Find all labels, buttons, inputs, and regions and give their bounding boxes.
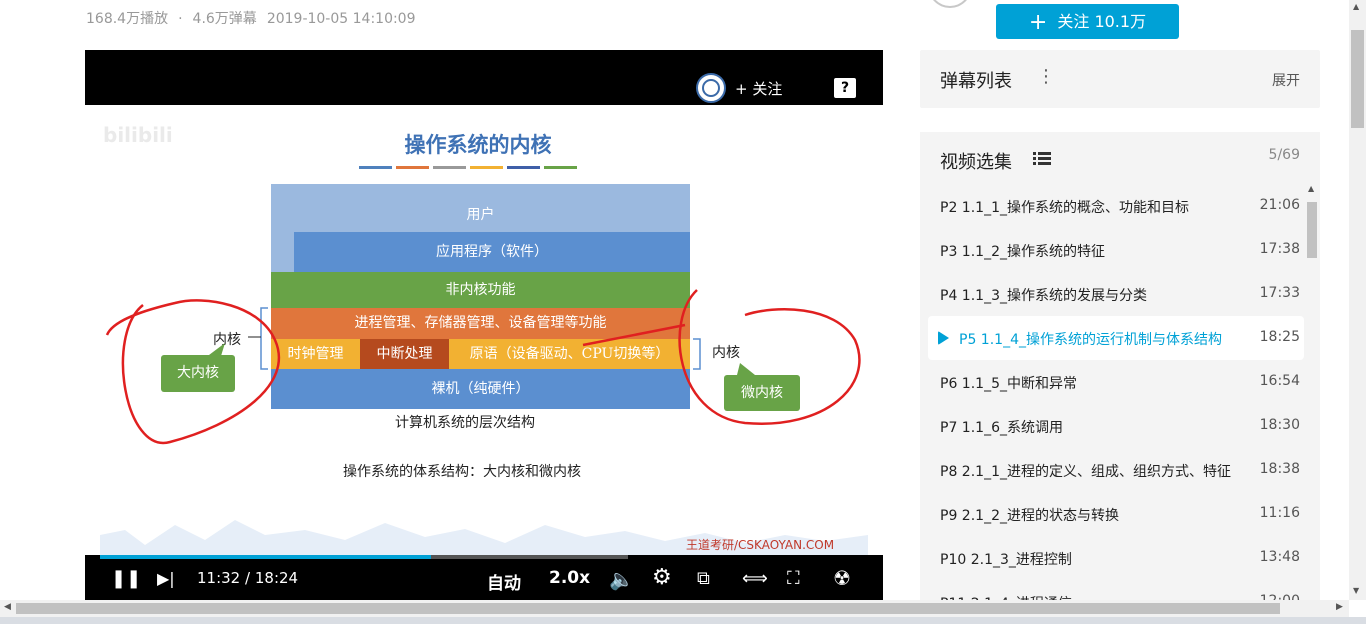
episode-item[interactable]: P5 1.1_4_操作系统的运行机制与体系结构 18:25 (928, 316, 1304, 360)
fullscreen-icon[interactable]: ☢ (833, 568, 851, 588)
uploader-avatar-ring[interactable] (928, 0, 972, 8)
video-frame: bilibili 操作系统的内核 用户 应用程序（软件） 非内核功能 进程管理、… (85, 105, 883, 555)
episode-item[interactable]: P7 1.1_6_系统调用 18:30 (928, 404, 1304, 448)
episode-item[interactable]: P6 1.1_5_中断和异常 16:54 (928, 360, 1304, 404)
video-page: 168.4万播放 · 4.6万弹幕 2019-10-05 14:10:09 + 关注 … (0, 0, 1366, 624)
episode-count: 5/69 (1268, 147, 1300, 163)
os-taskbar (0, 617, 1366, 624)
episode-duration: 16:54 (1259, 373, 1300, 389)
page-scroll-left-arrow[interactable]: ◀ (4, 602, 11, 612)
plus-icon: + (1028, 10, 1048, 35)
page-vertical-scrollbar[interactable]: ▲ ▼ (1349, 0, 1366, 600)
bracket-right (693, 338, 701, 370)
episode-title: P2 1.1_1_操作系统的概念、功能和目标 (940, 200, 1189, 216)
episode-title: P10 2.1_3_进程控制 (940, 552, 1072, 568)
page-scroll-down-arrow[interactable]: ▼ (1353, 586, 1359, 595)
episode-item[interactable]: P8 2.1_1_进程的定义、组成、组织方式、特征 18:38 (928, 448, 1304, 492)
page-hscroll-thumb[interactable] (16, 603, 1280, 614)
total-duration: 18:24 (254, 569, 299, 587)
episode-title: P4 1.1_3_操作系统的发展与分类 (940, 288, 1147, 304)
widescreen-icon[interactable]: ⟺ (742, 569, 768, 589)
next-icon[interactable]: ▶| (157, 569, 175, 589)
episode-item[interactable]: P10 2.1_3_进程控制 13:48 (928, 536, 1304, 580)
playing-icon (938, 331, 949, 345)
help-icon[interactable]: ? (834, 78, 856, 98)
episode-title: P6 1.1_5_中断和异常 (940, 376, 1077, 392)
red-circle-left (105, 299, 281, 445)
time-separator: / (245, 569, 251, 587)
page-scroll-thumb[interactable] (1351, 30, 1364, 128)
danmaku-expand-button[interactable]: 展开 (1272, 70, 1300, 90)
episode-title: P3 1.1_2_操作系统的特征 (940, 244, 1105, 260)
time-display: 11:32 / 18:24 (197, 569, 298, 587)
follow-button[interactable]: + 关注 10.1万 (996, 4, 1179, 39)
episode-duration: 18:25 (1259, 329, 1300, 345)
episode-list-panel: 视频选集 5/69 P2 1.1_1_操作系统的概念、功能和目标 21:06 P3 … (920, 132, 1320, 612)
brand-watermark: 王道考研/CSKAOYAN.COM (686, 538, 835, 552)
danmaku-count: 4.6万弹幕 (192, 11, 257, 27)
player-controls: ❚❚ ▶| 11:32 / 18:24 自动 2.0x 🔈 ⚙ ⧉ ⟺ ⛶ ☢ (85, 555, 883, 600)
stats-separator: · (178, 11, 183, 27)
video-player[interactable]: + 关注 ? bilibili 操作系统的内核 用户 应用程序（软件） 非内核功… (85, 50, 883, 600)
player-follow-button[interactable]: + 关注 (735, 78, 782, 99)
episode-list-scrollbar[interactable]: ▲ ▼ (1306, 184, 1318, 608)
web-fullscreen-icon[interactable]: ⛶ (787, 569, 800, 589)
page-scroll-right-arrow[interactable]: ▶ (1336, 602, 1343, 612)
red-stroke-line (582, 323, 686, 347)
handwritten-annotations (100, 289, 868, 555)
episode-item[interactable]: P9 2.1_2_进程的状态与转换 11:16 (928, 492, 1304, 536)
picture-in-picture-icon[interactable]: ⧉ (697, 569, 710, 589)
speed-button[interactable]: 2.0x (549, 568, 590, 588)
uploader-avatar[interactable] (696, 73, 726, 103)
publish-time: 2019-10-05 14:10:09 (266, 11, 416, 27)
danmaku-list-panel: 弹幕列表 ⋮ 展开 (920, 50, 1320, 108)
quality-button[interactable]: 自动 (487, 569, 521, 594)
episode-title: P8 2.1_1_进程的定义、组成、组织方式、特征 (940, 464, 1231, 480)
follow-button-label: 关注 10.1万 (1057, 12, 1147, 31)
page-scroll-up-arrow[interactable]: ▲ (1353, 2, 1359, 11)
episode-list-title: 视频选集 (940, 152, 1012, 173)
scroll-up-arrow[interactable]: ▲ (1308, 184, 1314, 193)
episode-item[interactable]: P3 1.1_2_操作系统的特征 17:38 (928, 228, 1304, 272)
more-options-icon[interactable]: ⋮ (1037, 66, 1055, 87)
player-top-bar: + 关注 ? (85, 50, 883, 105)
list-icon (1033, 152, 1051, 165)
episode-list: P2 1.1_1_操作系统的概念、功能和目标 21:06 P3 1.1_2_操作系统… (920, 184, 1320, 612)
episode-duration: 21:06 (1259, 197, 1300, 213)
volume-icon[interactable]: 🔈 (609, 569, 634, 589)
episode-duration: 11:16 (1259, 505, 1300, 521)
video-stats: 168.4万播放 · 4.6万弹幕 2019-10-05 14:10:09 (86, 8, 426, 28)
page-horizontal-scrollbar[interactable]: ◀ ▶ (0, 600, 1349, 617)
episode-duration: 17:33 (1259, 285, 1300, 301)
episode-item[interactable]: P2 1.1_1_操作系统的概念、功能和目标 21:06 (928, 184, 1304, 228)
micro-kernel-tail (737, 363, 755, 375)
episode-title: P5 1.1_4_操作系统的运行机制与体系结构 (959, 332, 1222, 348)
episode-duration: 17:38 (1259, 241, 1300, 257)
episode-item[interactable]: P4 1.1_3_操作系统的发展与分类 17:33 (928, 272, 1304, 316)
episode-duration: 18:38 (1259, 461, 1300, 477)
settings-gear-icon[interactable]: ⚙ (652, 567, 672, 589)
episode-duration: 18:30 (1259, 417, 1300, 433)
episode-title: P7 1.1_6_系统调用 (940, 420, 1063, 436)
bracket-left (260, 307, 268, 370)
play-count: 168.4万播放 (86, 11, 169, 27)
episode-duration: 13:48 (1259, 549, 1300, 565)
episode-title: P9 2.1_2_进程的状态与转换 (940, 508, 1119, 524)
big-kernel-tail (209, 343, 225, 356)
scroll-thumb[interactable] (1307, 202, 1317, 258)
pause-icon[interactable]: ❚❚ (111, 569, 141, 589)
progress-fill (100, 555, 431, 559)
current-time: 11:32 (197, 569, 241, 587)
red-circle-right (678, 289, 861, 425)
progress-bar[interactable] (100, 555, 628, 559)
danmaku-list-title: 弹幕列表 (940, 71, 1012, 92)
